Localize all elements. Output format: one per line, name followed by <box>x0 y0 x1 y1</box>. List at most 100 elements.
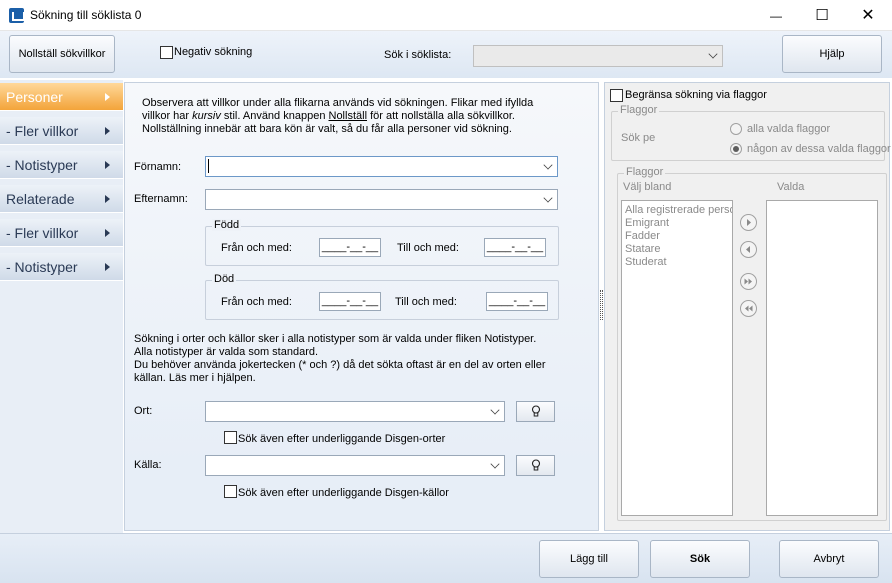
firstname-input[interactable] <box>205 156 558 177</box>
sidebar-item-relaterade-notistyper[interactable]: - Notistyper <box>0 253 123 281</box>
list-item[interactable]: Statare <box>625 243 729 256</box>
source-input[interactable] <box>205 455 505 476</box>
place-lookup-button[interactable] <box>516 401 555 422</box>
search-button[interactable]: Sök <box>650 540 750 578</box>
lastname-input[interactable] <box>205 189 558 210</box>
info-text-italic: kursiv <box>192 110 221 122</box>
chevron-down-icon <box>543 193 553 203</box>
sidebar-item-personer[interactable]: Personer <box>0 83 123 111</box>
info-text-part: stil. Använd knappen <box>220 110 329 122</box>
flags-panel: Begränsa sökning via flaggor Flaggor Sök… <box>604 82 891 531</box>
selected-label: Valda <box>777 181 805 193</box>
remove-flag-button[interactable] <box>740 241 757 258</box>
sidebar-item-relaterade-fler-villkor[interactable]: - Fler villkor <box>0 219 123 247</box>
sidebar-item-label: - Notistyper <box>6 157 78 173</box>
info-text-line2: villkor har kursiv stil. Använd knappen … <box>142 110 515 122</box>
chevron-right-icon <box>105 263 110 271</box>
arrow-left-icon <box>746 246 750 253</box>
flags-mode-title: Flaggor <box>618 104 660 116</box>
radio-any-flag[interactable] <box>730 143 742 155</box>
firstname-value <box>208 159 209 173</box>
source-sub-checkbox[interactable] <box>224 485 237 498</box>
info-text-line1: Observera att villkor under alla flikarn… <box>142 97 534 109</box>
born-title: Född <box>212 219 242 231</box>
born-to-label: Till och med: <box>397 242 459 254</box>
died-to-label: Till och med: <box>395 296 457 308</box>
maximize-button[interactable]: ☐ <box>799 0 845 31</box>
list-item[interactable]: Emigrant <box>625 217 729 230</box>
maximize-icon: ☐ <box>815 7 829 24</box>
search-in-list-label: Sök i söklista: <box>384 49 452 61</box>
add-flag-button[interactable] <box>740 214 757 231</box>
sidebar-item-relaterade[interactable]: Relaterade <box>0 185 123 213</box>
negative-search-label: Negativ sökning <box>174 46 253 58</box>
limit-flags-checkbox[interactable] <box>610 89 623 102</box>
list-item[interactable]: Alla registrerade perso <box>625 204 732 217</box>
double-arrow-left-icon <box>745 305 753 312</box>
place-sub-checkbox[interactable] <box>224 431 237 444</box>
list-item[interactable]: Studerat <box>625 256 729 269</box>
born-to-date[interactable]: ____-__-__ <box>484 238 546 257</box>
chevron-right-icon <box>105 229 110 237</box>
remove-all-flags-button[interactable] <box>740 300 757 317</box>
panel-splitter[interactable] <box>600 290 603 320</box>
title-bar: Sökning till söklista 0 — ☐ ✕ <box>0 0 892 31</box>
cancel-button[interactable]: Avbryt <box>779 540 879 578</box>
radio-all-flags-label: alla valda flaggor <box>747 123 831 135</box>
sidebar: Personer - Fler villkor - Notistyper Rel… <box>0 80 123 533</box>
chevron-down-icon <box>708 49 718 59</box>
died-to-date[interactable]: ____-__-__ <box>486 292 548 311</box>
place-input[interactable] <box>205 401 505 422</box>
sidebar-item-label: - Fler villkor <box>6 123 79 139</box>
sidebar-item-notistyper[interactable]: - Notistyper <box>0 151 123 179</box>
places-info-line3: Du behöver använda jokertecken (* och ?)… <box>134 359 546 371</box>
places-info-line1: Sökning i orter och källor sker i alla n… <box>134 333 537 345</box>
info-text-line3: Nollställning innebär att bara kön är va… <box>142 123 512 135</box>
selected-flags-list[interactable] <box>766 200 878 516</box>
sidebar-item-label: Relaterade <box>6 191 75 207</box>
limit-flags-label: Begränsa sökning via flaggor <box>625 89 767 101</box>
died-title: Död <box>212 273 237 285</box>
info-text-part: för att nollställa alla sökvillkor. <box>367 110 515 122</box>
source-sub-label: Sök även efter underliggande Disgen-käll… <box>238 487 449 499</box>
close-icon: ✕ <box>861 7 875 24</box>
chevron-right-icon <box>105 93 110 101</box>
radio-any-flag-label: någon av dessa valda flaggor <box>747 143 891 155</box>
reset-button[interactable]: Nollställ sökvillkor <box>9 35 115 73</box>
search-on-label: Sök pe <box>621 132 656 144</box>
radio-all-flags[interactable] <box>730 123 742 135</box>
window-title: Sökning till söklista 0 <box>30 8 142 22</box>
place-label: Ort: <box>134 405 153 417</box>
source-lookup-button[interactable] <box>516 455 555 476</box>
flags-list-title: Flaggor <box>624 166 666 178</box>
minimize-button[interactable]: — <box>753 0 799 31</box>
lightbulb-icon <box>531 459 541 471</box>
firstname-label: Förnamn: <box>134 161 182 173</box>
died-from-date[interactable]: ____-__-__ <box>319 292 381 311</box>
born-group: Född Från och med: ____-__-__ Till och m… <box>205 219 559 266</box>
source-label: Källa: <box>134 459 162 471</box>
close-button[interactable]: ✕ <box>845 0 891 31</box>
places-info-line4: källan. Läs mer i hjälpen. <box>134 372 256 384</box>
choose-from-label: Välj bland <box>623 181 672 193</box>
born-from-label: Från och med: <box>221 242 292 254</box>
info-text-underline: Nollställ <box>328 110 368 122</box>
search-in-list-select[interactable] <box>473 45 723 67</box>
list-item[interactable]: Fadder <box>625 230 729 243</box>
negative-search-checkbox[interactable] <box>160 46 173 59</box>
arrow-right-icon <box>747 219 751 226</box>
app-icon <box>9 8 25 23</box>
chevron-down-icon <box>490 459 500 469</box>
sidebar-item-fler-villkor[interactable]: - Fler villkor <box>0 117 123 145</box>
chevron-down-icon <box>543 160 553 170</box>
help-button[interactable]: Hjälp <box>782 35 882 73</box>
lightbulb-icon <box>531 405 541 417</box>
chevron-right-icon <box>105 195 110 203</box>
born-from-date[interactable]: ____-__-__ <box>319 238 381 257</box>
add-button[interactable]: Lägg till <box>539 540 639 578</box>
chevron-down-icon <box>490 405 500 415</box>
add-all-flags-button[interactable] <box>740 273 757 290</box>
available-flags-list[interactable]: Alla registrerade perso Emigrant Fadder … <box>621 200 733 516</box>
lastname-label: Efternamn: <box>134 193 188 205</box>
bottom-bar: Lägg till Sök Avbryt <box>0 533 892 583</box>
